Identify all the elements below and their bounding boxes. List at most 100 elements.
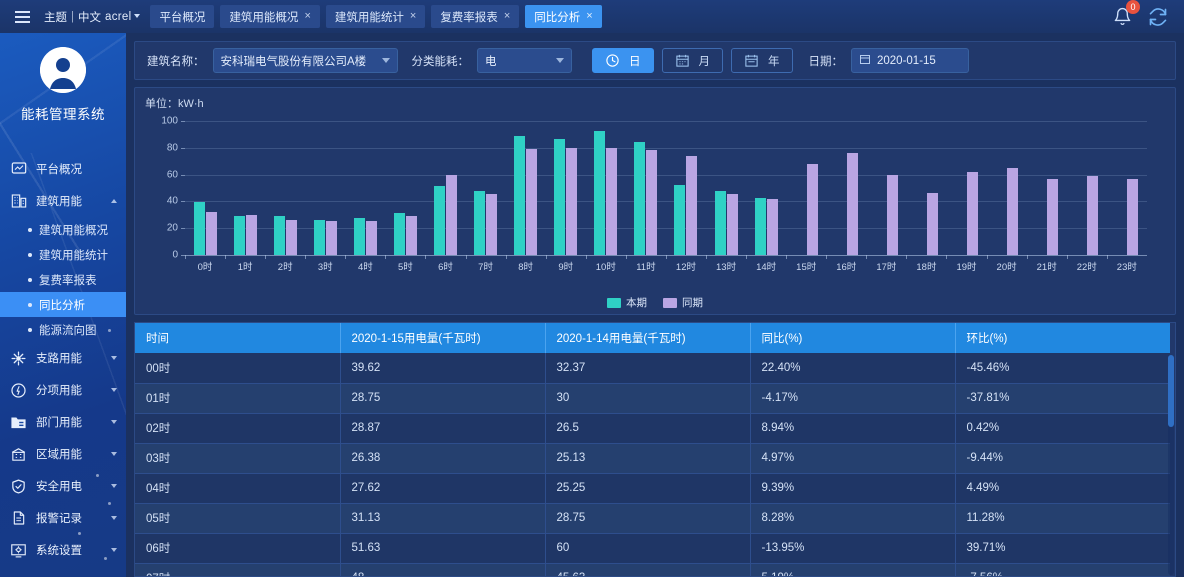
chart-bar[interactable] bbox=[606, 148, 617, 255]
chart-bar[interactable] bbox=[755, 198, 766, 255]
sidebar-item-alarm-records[interactable]: 报警记录 bbox=[0, 502, 126, 534]
legend-item-previous[interactable]: 同期 bbox=[663, 295, 703, 310]
chart-bar-group[interactable]: 19时 bbox=[946, 121, 986, 255]
chart-bar[interactable] bbox=[967, 172, 978, 255]
chart-bar[interactable] bbox=[366, 221, 377, 255]
chart-bar[interactable] bbox=[727, 194, 738, 255]
table-row[interactable]: 07时4845.635.19%-7.56% bbox=[135, 563, 1170, 576]
sidebar-subitem-building-energy-statistics[interactable]: 建筑用能统计 bbox=[0, 242, 126, 267]
chart-bar[interactable] bbox=[486, 194, 497, 255]
close-icon[interactable]: × bbox=[304, 11, 310, 22]
chart-bar[interactable] bbox=[446, 175, 457, 255]
chart-bar-group[interactable]: 16时 bbox=[826, 121, 866, 255]
bell-icon[interactable]: 0 bbox=[1113, 7, 1132, 26]
column-header-mom[interactable]: 环比(%) bbox=[955, 323, 1170, 353]
period-button-day[interactable]: 日 bbox=[592, 48, 654, 73]
tab-tariff-report[interactable]: 复费率报表 × bbox=[431, 5, 519, 28]
chart-bar-group[interactable]: 17时 bbox=[866, 121, 906, 255]
date-input[interactable]: 2020-01-15 bbox=[851, 48, 969, 73]
avatar[interactable] bbox=[40, 47, 86, 93]
chart-bar-group[interactable]: 12时 bbox=[666, 121, 706, 255]
chart-bar[interactable] bbox=[326, 221, 337, 255]
chart-bar[interactable] bbox=[634, 142, 645, 255]
sidebar-subitem-tariff-report[interactable]: 复费率报表 bbox=[0, 267, 126, 292]
chart-bar[interactable] bbox=[715, 191, 726, 255]
chart-bar[interactable] bbox=[847, 153, 858, 255]
close-icon[interactable]: × bbox=[410, 11, 416, 22]
building-select[interactable]: 安科瑞电气股份有限公司A楼 bbox=[213, 48, 398, 73]
sidebar-item-subitem-energy[interactable]: 分项用能 bbox=[0, 374, 126, 406]
chart-bar[interactable] bbox=[206, 212, 217, 255]
chart-bar-group[interactable]: 8时 bbox=[506, 121, 546, 255]
table-scrollbar-thumb[interactable] bbox=[1168, 355, 1174, 427]
tab-building-energy-overview[interactable]: 建筑用能概况 × bbox=[220, 5, 319, 28]
chart-bar[interactable] bbox=[406, 216, 417, 255]
column-header-previous-consumption[interactable]: 2020-1-14用电量(千瓦时) bbox=[545, 323, 750, 353]
chart-bar-group[interactable]: 11时 bbox=[626, 121, 666, 255]
chart-bar-group[interactable]: 22时 bbox=[1067, 121, 1107, 255]
sidebar-item-system-settings[interactable]: 系统设置 bbox=[0, 534, 126, 566]
table-row[interactable]: 06时51.6360-13.95%39.71% bbox=[135, 533, 1170, 563]
table-row[interactable]: 05时31.1328.758.28%11.28% bbox=[135, 503, 1170, 533]
chart-bar-group[interactable]: 13时 bbox=[706, 121, 746, 255]
chart-bar[interactable] bbox=[1047, 179, 1058, 255]
tab-platform-overview[interactable]: 平台概况 bbox=[150, 5, 214, 28]
chart-bar[interactable] bbox=[1087, 176, 1098, 255]
chart-bar[interactable] bbox=[807, 164, 818, 255]
sidebar-item-building-energy[interactable]: 建筑用能 bbox=[0, 185, 126, 217]
chart-bar[interactable] bbox=[646, 150, 657, 255]
tab-yoy-analysis[interactable]: 同比分析 × bbox=[525, 5, 601, 28]
chart-bar-group[interactable]: 2时 bbox=[265, 121, 305, 255]
column-header-current-consumption[interactable]: 2020-1-15用电量(千瓦时) bbox=[340, 323, 545, 353]
chart-bar-group[interactable]: 5时 bbox=[385, 121, 425, 255]
chart-bar[interactable] bbox=[686, 156, 697, 255]
chart-bar[interactable] bbox=[314, 220, 325, 255]
sidebar-subitem-yoy-analysis[interactable]: 同比分析 bbox=[0, 292, 126, 317]
table-row[interactable]: 04时27.6225.259.39%4.49% bbox=[135, 473, 1170, 503]
column-header-time[interactable]: 时间 bbox=[135, 323, 340, 353]
chart-bar[interactable] bbox=[246, 215, 257, 255]
chart-bar[interactable] bbox=[354, 218, 365, 255]
chart-bar[interactable] bbox=[286, 220, 297, 256]
chart-bar[interactable] bbox=[526, 149, 537, 255]
chart-bar[interactable] bbox=[1007, 168, 1018, 255]
table-row[interactable]: 01时28.7530-4.17%-37.81% bbox=[135, 383, 1170, 413]
sidebar-item-electrical-safety[interactable]: 安全用电 bbox=[0, 470, 126, 502]
chart-bar-group[interactable]: 20时 bbox=[987, 121, 1027, 255]
table-scroll-area[interactable]: 时间 2020-1-15用电量(千瓦时) 2020-1-14用电量(千瓦时) 同… bbox=[135, 323, 1175, 576]
chart-bar[interactable] bbox=[554, 139, 565, 255]
chart-bar-group[interactable]: 1时 bbox=[225, 121, 265, 255]
column-header-yoy[interactable]: 同比(%) bbox=[750, 323, 955, 353]
close-icon[interactable]: × bbox=[504, 11, 510, 22]
chart-bar[interactable] bbox=[194, 202, 205, 255]
user-menu[interactable]: acrel bbox=[105, 11, 140, 23]
chart-bar[interactable] bbox=[274, 216, 285, 255]
chart-bar-group[interactable]: 4时 bbox=[345, 121, 385, 255]
tab-building-energy-statistics[interactable]: 建筑用能统计 × bbox=[326, 5, 425, 28]
table-row[interactable]: 02时28.8726.58.94%0.42% bbox=[135, 413, 1170, 443]
energy-type-select[interactable]: 电 bbox=[477, 48, 572, 73]
chart-bar-group[interactable]: 23时 bbox=[1107, 121, 1147, 255]
chart-bar-group[interactable]: 10时 bbox=[586, 121, 626, 255]
sidebar-subitem-building-energy-overview[interactable]: 建筑用能概况 bbox=[0, 217, 126, 242]
chart-bar-group[interactable]: 18时 bbox=[906, 121, 946, 255]
chart-bar-group[interactable]: 7时 bbox=[466, 121, 506, 255]
chart-bar[interactable] bbox=[566, 148, 577, 255]
chart-bar[interactable] bbox=[1127, 179, 1138, 255]
chart-bar[interactable] bbox=[927, 193, 938, 255]
hamburger-icon[interactable] bbox=[0, 0, 44, 33]
chart-bar-group[interactable]: 15时 bbox=[786, 121, 826, 255]
chart-bar-group[interactable]: 3时 bbox=[305, 121, 345, 255]
table-row[interactable]: 00时39.6232.3722.40%-45.46% bbox=[135, 353, 1170, 383]
chart-bar[interactable] bbox=[474, 191, 485, 255]
chart-bar[interactable] bbox=[514, 136, 525, 255]
chart-bar-group[interactable]: 0时 bbox=[185, 121, 225, 255]
table-row[interactable]: 03时26.3825.134.97%-9.44% bbox=[135, 443, 1170, 473]
chart-bar[interactable] bbox=[674, 185, 685, 255]
legend-item-current[interactable]: 本期 bbox=[607, 295, 647, 310]
chart-bar-group[interactable]: 14时 bbox=[746, 121, 786, 255]
sidebar-item-branch-energy[interactable]: 支路用能 bbox=[0, 342, 126, 374]
sidebar-item-area-energy[interactable]: 区域用能 bbox=[0, 438, 126, 470]
sidebar-item-department-energy[interactable]: 部门用能 bbox=[0, 406, 126, 438]
period-button-month[interactable]: 月 bbox=[662, 48, 724, 73]
